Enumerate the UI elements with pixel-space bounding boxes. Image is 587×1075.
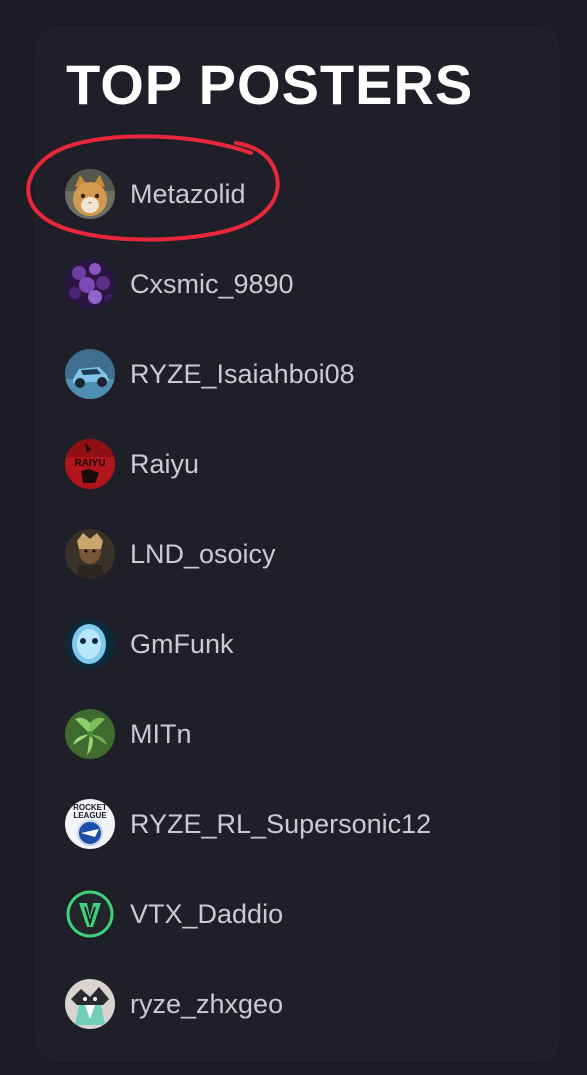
- poster-username[interactable]: Cxsmic_9890: [130, 269, 294, 299]
- poster-username[interactable]: Raiyu: [130, 449, 199, 479]
- widget-title: TOP POSTERS: [66, 53, 474, 116]
- poster-item[interactable]: MITn: [36, 689, 559, 779]
- person-portrait-avatar-icon[interactable]: [65, 529, 115, 579]
- poster-list: Metazolid Cxsmic_9890 RYZE_Isaiahboi08 R…: [36, 149, 559, 1049]
- poster-item[interactable]: ryze_zhxgeo: [36, 959, 559, 1049]
- vtx-logo-avatar-icon[interactable]: [65, 889, 115, 939]
- poster-item[interactable]: RAIYU Raiyu: [36, 419, 559, 509]
- green-plant-avatar-icon[interactable]: [65, 709, 115, 759]
- poster-username[interactable]: LND_osoicy: [130, 539, 276, 569]
- poster-username[interactable]: RYZE_Isaiahboi08: [130, 359, 355, 389]
- character-avatar-icon[interactable]: [65, 979, 115, 1029]
- cat-avatar-icon[interactable]: [65, 169, 115, 219]
- svg-text:LEAGUE: LEAGUE: [73, 811, 107, 820]
- poster-username[interactable]: MITn: [130, 719, 192, 749]
- poster-username[interactable]: Metazolid: [130, 179, 246, 209]
- purple-flowers-avatar-icon[interactable]: [65, 259, 115, 309]
- poster-username[interactable]: ryze_zhxgeo: [130, 989, 283, 1019]
- poster-username[interactable]: VTX_Daddio: [130, 899, 283, 929]
- poster-item[interactable]: VTX_Daddio: [36, 869, 559, 959]
- raiyu-logo-avatar-icon[interactable]: RAIYU: [65, 439, 115, 489]
- rocket-league-logo-avatar-icon[interactable]: ROCKET LEAGUE: [65, 799, 115, 849]
- poster-username[interactable]: RYZE_RL_Supersonic12: [130, 809, 431, 839]
- poster-item[interactable]: RYZE_Isaiahboi08: [36, 329, 559, 419]
- blue-face-avatar-icon[interactable]: [65, 619, 115, 669]
- top-posters-widget: TOP POSTERS Metazolid Cxsmic_9890 RYZE_I…: [26, 27, 559, 1061]
- svg-text:RAIYU: RAIYU: [74, 458, 105, 469]
- rocket-car-avatar-icon[interactable]: [65, 349, 115, 399]
- poster-item[interactable]: Metazolid: [36, 149, 559, 239]
- poster-item[interactable]: LND_osoicy: [36, 509, 559, 599]
- poster-item[interactable]: ROCKET LEAGUE RYZE_RL_Supersonic12: [36, 779, 559, 869]
- poster-item[interactable]: GmFunk: [36, 599, 559, 689]
- poster-item[interactable]: Cxsmic_9890: [36, 239, 559, 329]
- poster-username[interactable]: GmFunk: [130, 629, 234, 659]
